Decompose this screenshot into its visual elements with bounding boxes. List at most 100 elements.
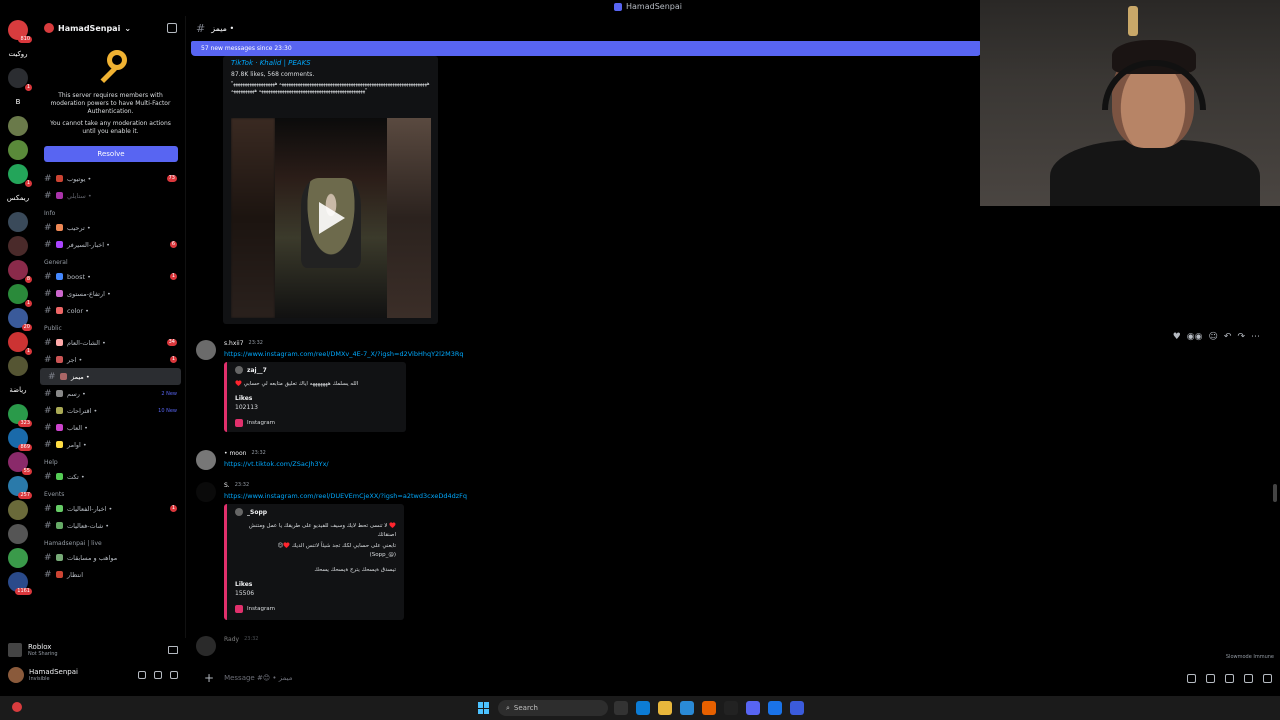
channel-item[interactable]: # اخبار-الفعاليات • 1 (36, 500, 185, 517)
server-icon[interactable]: 869 (8, 428, 32, 451)
embed-provider[interactable]: TikTok · Khalid | PEAKS (231, 59, 430, 67)
channel-item[interactable]: # اجر • 1 (36, 351, 185, 368)
category-header[interactable]: Events (36, 485, 185, 500)
channel-item[interactable]: # الشات-العام • 34 (36, 334, 185, 351)
channel-item[interactable]: # شات-فعاليات • (36, 517, 185, 534)
plus-icon[interactable]: + (204, 671, 214, 685)
avatar[interactable] (196, 636, 216, 656)
task-view-icon[interactable] (614, 701, 628, 715)
message-author[interactable]: • moon (224, 450, 246, 457)
microphone-icon[interactable] (138, 671, 146, 679)
server-icon[interactable]: 323 (8, 404, 32, 427)
category-header[interactable]: Hamadsenpai | live (36, 534, 185, 549)
server-header[interactable]: HamadSenpai ⌄ (36, 16, 185, 40)
channel-item[interactable]: # العاب • (36, 419, 185, 436)
resolve-button[interactable]: Resolve (44, 146, 178, 162)
channel-item[interactable]: # يوتيوب • 73 (36, 170, 185, 187)
headphones-icon[interactable] (154, 671, 162, 679)
server-icon[interactable]: 8 (8, 260, 32, 283)
server-icon[interactable]: 1 (8, 68, 32, 91)
app-icon[interactable] (790, 701, 804, 715)
add-reaction-icon[interactable]: ☺ (1209, 332, 1218, 342)
file-explorer-icon[interactable] (658, 701, 672, 715)
avatar[interactable] (8, 667, 24, 683)
server-icon[interactable]: B (8, 92, 28, 112)
server-icon[interactable] (8, 236, 28, 256)
embed-author[interactable]: zaj__7 (247, 367, 267, 374)
tray-icon[interactable] (12, 702, 22, 712)
server-icon[interactable]: 55 (8, 452, 32, 475)
server-icon[interactable] (8, 212, 28, 232)
channel-item[interactable]: # تكت • (36, 468, 185, 485)
server-icon[interactable]: 1161 (8, 572, 32, 595)
channel-item[interactable]: # boost • 1 (36, 268, 185, 285)
discord-taskbar-icon[interactable] (746, 701, 760, 715)
server-icon[interactable] (8, 140, 28, 160)
more-icon[interactable]: ⋯ (1251, 332, 1260, 342)
teamviewer-icon[interactable] (768, 701, 782, 715)
message-link[interactable]: https://vt.tiktok.com/ZSacJh3Yx/ (224, 460, 329, 468)
eyes-reaction-icon[interactable]: ◉◉ (1187, 332, 1203, 342)
video-player[interactable] (231, 118, 431, 318)
channel-item[interactable]: # ستايلي • (36, 187, 185, 204)
gif-icon[interactable] (1206, 673, 1215, 683)
message-author[interactable]: Rady (224, 636, 239, 643)
screen-share-icon[interactable] (168, 646, 178, 654)
gear-icon[interactable] (170, 671, 178, 679)
server-icon[interactable] (8, 356, 28, 376)
message-author[interactable]: S. (224, 482, 230, 489)
server-icon[interactable]: 1 (8, 164, 32, 187)
channel-item[interactable]: # اقتراحات • 10 New (36, 402, 185, 419)
category-header[interactable]: General (36, 253, 185, 268)
edge-icon[interactable] (636, 701, 650, 715)
message-link[interactable]: https://www.instagram.com/reel/DMXv_4E-7… (224, 350, 464, 358)
apps-icon[interactable] (1263, 673, 1272, 683)
message-input[interactable] (224, 674, 1125, 682)
channel-item[interactable]: # رسم • 2 New (36, 385, 185, 402)
new-messages-bar[interactable]: 57 new messages since 23:30 (191, 41, 981, 56)
channel-item[interactable]: # ارتفاع-مستوى • (36, 285, 185, 302)
forward-icon[interactable]: ↷ (1237, 332, 1245, 342)
channel-item[interactable]: # اخبار-السيرفر • 6 (36, 236, 185, 253)
server-icon[interactable]: 257 (8, 476, 32, 499)
server-icon[interactable] (8, 500, 28, 520)
reply-icon[interactable]: ↶ (1224, 332, 1232, 342)
channel-item[interactable]: # مواهب و مسابقات (36, 549, 185, 566)
telegram-icon[interactable] (680, 701, 694, 715)
server-icon[interactable]: روكيت (8, 44, 28, 64)
message-author[interactable]: s.hxii7 (224, 340, 244, 347)
channel-item[interactable]: # color • (36, 302, 185, 319)
firefox-icon[interactable] (702, 701, 716, 715)
channel-item[interactable]: # اوامر • (36, 436, 185, 453)
gift-icon[interactable] (1187, 673, 1196, 683)
play-icon[interactable] (319, 202, 345, 234)
server-icon[interactable] (8, 524, 28, 544)
message-link[interactable]: https://www.instagram.com/reel/DUEVEmCje… (224, 492, 467, 500)
server-icon[interactable]: 1 (8, 284, 32, 307)
category-header[interactable]: Help (36, 453, 185, 468)
category-header[interactable]: Public (36, 319, 185, 334)
channel-item[interactable]: # انتظار (36, 566, 185, 583)
server-icon[interactable]: 20 (8, 308, 32, 331)
windows-start-icon[interactable] (478, 702, 490, 714)
avatar[interactable] (196, 340, 216, 360)
embed-author[interactable]: _Sopp (247, 509, 267, 516)
sticker-icon[interactable] (1225, 673, 1234, 683)
avatar[interactable] (196, 450, 216, 470)
emoji-icon[interactable] (1244, 673, 1253, 683)
server-icon[interactable]: رياضة (8, 380, 28, 400)
taskbar-search[interactable]: ⌕ Search (498, 700, 608, 716)
avatar[interactable] (196, 482, 216, 502)
server-icon[interactable]: 810 (8, 20, 32, 43)
channel-item[interactable]: # ترحيب • (36, 219, 185, 236)
server-icon[interactable] (8, 116, 28, 136)
capcut-icon[interactable] (724, 701, 738, 715)
heart-reaction-icon[interactable]: ♥ (1173, 332, 1181, 342)
category-header[interactable]: Info (36, 204, 185, 219)
scrollbar[interactable] (1273, 484, 1277, 502)
channel-item[interactable]: # ميمز • (40, 368, 181, 385)
server-icon[interactable] (8, 548, 28, 568)
server-icon[interactable]: 1 (8, 332, 32, 355)
server-icon[interactable]: ريمكس (7, 188, 29, 208)
add-member-icon[interactable] (167, 23, 177, 33)
